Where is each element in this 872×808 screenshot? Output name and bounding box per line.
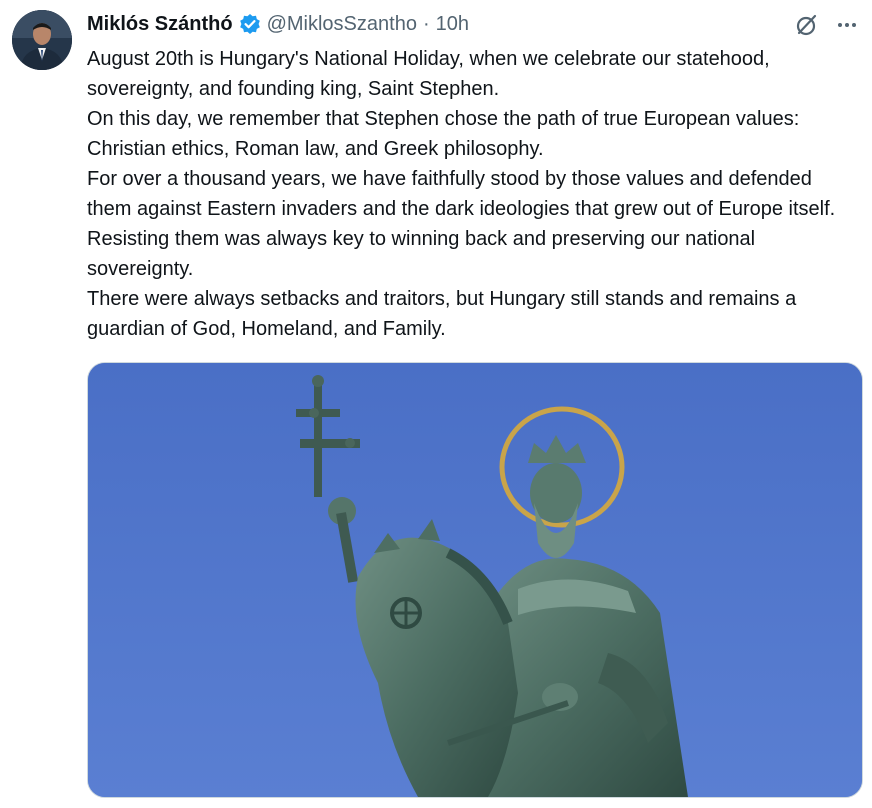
tweet-paragraph: August 20th is Hungary's National Holida… — [87, 48, 770, 100]
tweet-header: Miklós Szánthó @MiklosSzantho · 10h — [87, 10, 469, 38]
tweet[interactable]: Miklós Szánthó @MiklosSzantho · 10h Augu… — [0, 0, 872, 808]
tweet-paragraph: For over a thousand years, we have faith… — [87, 168, 836, 280]
more-options-icon[interactable] — [834, 12, 860, 38]
tweet-paragraph: On this day, we remember that Stephen ch… — [87, 108, 800, 160]
tweet-paragraph: There were always setbacks and traitors,… — [87, 288, 797, 340]
separator-dot: · — [422, 12, 430, 35]
tweet-media-image[interactable] — [87, 362, 863, 798]
timestamp[interactable]: 10h — [436, 13, 469, 36]
verified-badge-icon[interactable] — [239, 13, 261, 35]
profile-photo-icon — [12, 10, 72, 70]
avatar[interactable] — [12, 10, 72, 70]
author-name[interactable]: Miklós Szánthó — [87, 13, 233, 36]
author-handle[interactable]: @MiklosSzantho — [267, 13, 417, 36]
tweet-text: August 20th is Hungary's National Holida… — [87, 44, 857, 344]
statue-photo-icon — [88, 363, 862, 797]
tweet-top-actions — [794, 12, 860, 38]
grok-icon[interactable] — [794, 12, 820, 38]
